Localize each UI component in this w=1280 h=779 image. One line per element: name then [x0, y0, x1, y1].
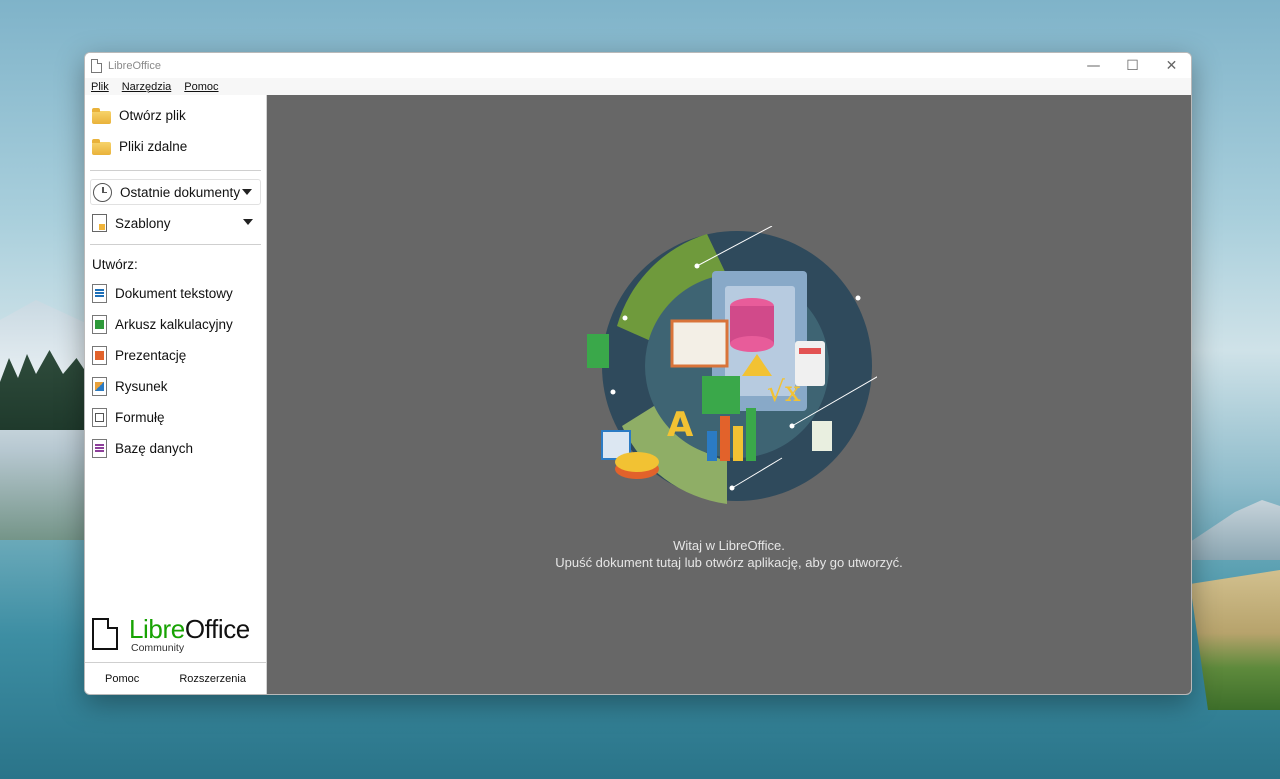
- libreoffice-window: LibreOffice — ☐ ✕ Plik Narzędzia Pomoc O…: [84, 52, 1192, 695]
- app-document-icon: [91, 58, 102, 73]
- recent-documents-button[interactable]: Ostatnie dokumenty: [90, 179, 261, 205]
- calc-icon: [92, 315, 107, 334]
- recent-dropdown-arrow-icon[interactable]: [242, 189, 252, 195]
- help-button[interactable]: Pomoc: [105, 673, 139, 685]
- create-item-label: Arkusz kalkulacyjny: [115, 317, 233, 332]
- svg-text:√x: √x: [767, 375, 801, 408]
- logo-community: Community: [131, 642, 185, 654]
- create-heading: Utwórz:: [92, 256, 138, 272]
- create-calc-button[interactable]: Arkusz kalkulacyjny: [85, 309, 266, 340]
- desktop-mountain-right: [1190, 500, 1280, 560]
- welcome-illustration: √x A: [587, 226, 877, 504]
- svg-text:A: A: [667, 405, 694, 445]
- start-center-main[interactable]: √x A Witaj w LibreOffice. Upuść dokument…: [267, 95, 1191, 694]
- folder-remote-icon: [92, 138, 111, 155]
- menu-narzedzia[interactable]: Narzędzia: [122, 81, 172, 93]
- remote-files-button[interactable]: Pliki zdalne: [85, 131, 266, 162]
- create-draw-button[interactable]: Rysunek: [85, 371, 266, 402]
- window-controls: — ☐ ✕: [1074, 53, 1191, 78]
- libreoffice-logo: LibreOffice Community: [92, 614, 264, 656]
- extensions-button[interactable]: Rozszerzenia: [179, 673, 246, 685]
- create-writer-button[interactable]: Dokument tekstowy: [85, 278, 266, 309]
- create-item-label: Prezentację: [115, 348, 187, 363]
- close-button[interactable]: ✕: [1152, 53, 1191, 78]
- create-item-label: Dokument tekstowy: [115, 286, 233, 301]
- create-item-label: Rysunek: [115, 379, 168, 394]
- create-item-label: Bazę danych: [115, 441, 194, 456]
- sidebar-separator: [90, 170, 261, 171]
- menu-pomoc[interactable]: Pomoc: [184, 81, 218, 93]
- templates-button[interactable]: Szablony: [90, 210, 261, 236]
- open-file-button[interactable]: Otwórz plik: [85, 100, 266, 131]
- menu-plik[interactable]: Plik: [91, 81, 109, 93]
- recent-documents-label: Ostatnie dokumenty: [120, 184, 241, 200]
- welcome-line-2: Upuść dokument tutaj lub otwórz aplikacj…: [555, 555, 903, 570]
- create-impress-button[interactable]: Prezentację: [85, 340, 266, 371]
- templates-dropdown-arrow-icon[interactable]: [243, 219, 253, 225]
- create-math-button[interactable]: Formułę: [85, 402, 266, 433]
- open-file-label: Otwórz plik: [119, 108, 186, 123]
- start-center: Otwórz plik Pliki zdalne Ostatnie dokume…: [85, 95, 1191, 694]
- minimize-button[interactable]: —: [1074, 53, 1113, 78]
- math-icon: [92, 408, 107, 427]
- create-item-label: Formułę: [115, 410, 165, 425]
- logo-document-icon: [92, 618, 118, 650]
- remote-files-label: Pliki zdalne: [119, 139, 188, 154]
- writer-icon: [92, 284, 107, 303]
- menu-bar: Plik Narzędzia Pomoc: [85, 78, 1191, 95]
- title-bar[interactable]: LibreOffice — ☐ ✕: [85, 53, 1191, 78]
- maximize-button[interactable]: ☐: [1113, 53, 1152, 78]
- draw-icon: [92, 377, 107, 396]
- window-title: LibreOffice: [108, 59, 161, 72]
- base-icon: [92, 439, 107, 458]
- sidebar-separator: [90, 244, 261, 245]
- welcome-message: Witaj w LibreOffice. Upuść dokument tuta…: [267, 537, 1191, 571]
- impress-icon: [92, 346, 107, 365]
- logo-wordmark: LibreOffice: [129, 614, 250, 644]
- create-base-button[interactable]: Bazę danych: [85, 433, 266, 464]
- sidebar-bottom-bar: Pomoc Rozszerzenia: [85, 662, 266, 694]
- folder-icon: [92, 107, 111, 124]
- clock-icon: [93, 182, 112, 202]
- templates-label: Szablony: [115, 215, 171, 231]
- welcome-line-1: Witaj w LibreOffice.: [673, 538, 785, 553]
- template-icon: [92, 214, 107, 232]
- start-center-sidebar: Otwórz plik Pliki zdalne Ostatnie dokume…: [85, 95, 267, 694]
